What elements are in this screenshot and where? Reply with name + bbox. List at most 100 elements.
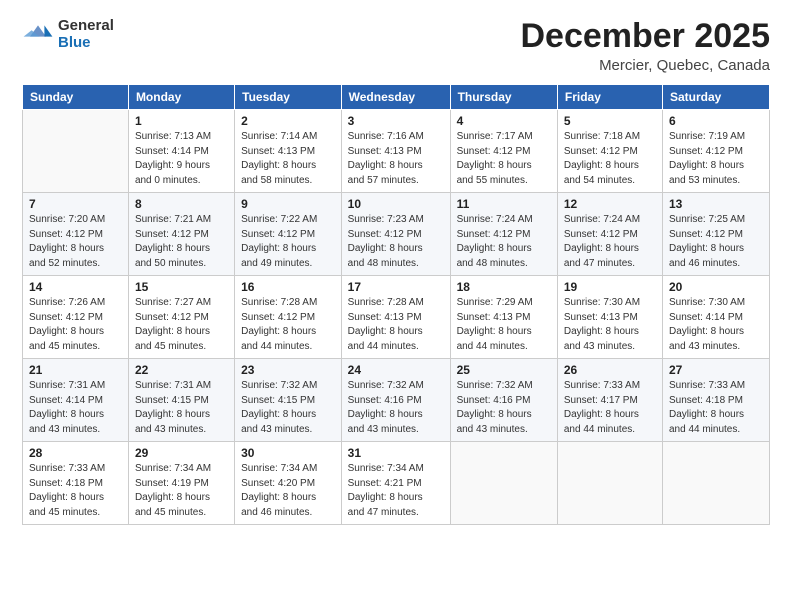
col-thursday: Thursday <box>450 85 557 110</box>
day-number: 10 <box>348 197 444 211</box>
calendar-cell: 1 Sunrise: 7:13 AMSunset: 4:14 PMDaylight… <box>128 110 234 193</box>
page: General Blue December 2025 Mercier, Queb… <box>0 0 792 612</box>
col-saturday: Saturday <box>662 85 769 110</box>
day-info: Sunrise: 7:34 AMSunset: 4:19 PMDaylight:… <box>135 462 228 520</box>
day-number: 23 <box>241 363 335 377</box>
col-sunday: Sunday <box>23 85 129 110</box>
calendar-cell: 22 Sunrise: 7:31 AMSunset: 4:15 PMDayligh… <box>128 359 234 442</box>
calendar-cell: 8Sunrise: 7:21 AMSunset: 4:12 PMDaylight… <box>128 193 234 276</box>
day-info: Sunrise: 7:13 AMSunset: 4:14 PMDaylight:… <box>135 130 228 188</box>
day-info: Sunrise: 7:18 AMSunset: 4:12 PMDaylight:… <box>564 130 656 188</box>
day-number: 9 <box>241 197 335 211</box>
day-number: 11 <box>457 197 551 211</box>
location-subtitle: Mercier, Quebec, Canada <box>520 57 770 74</box>
calendar-cell: 11Sunrise: 7:24 AMSunset: 4:12 PMDayligh… <box>450 193 557 276</box>
day-number: 28 <box>29 446 122 460</box>
day-info: Sunrise: 7:34 AMSunset: 4:20 PMDaylight:… <box>241 462 335 520</box>
col-friday: Friday <box>557 85 662 110</box>
calendar-cell <box>23 110 129 193</box>
calendar-cell: 27 Sunrise: 7:33 AMSunset: 4:18 PMDayligh… <box>662 359 769 442</box>
calendar-cell: 24Sunrise: 7:32 AMSunset: 4:16 PMDayligh… <box>341 359 450 442</box>
day-info: Sunrise: 7:24 AMSunset: 4:12 PMDaylight:… <box>564 213 656 271</box>
logo-text: General Blue <box>58 18 114 51</box>
day-number: 26 <box>564 363 656 377</box>
day-number: 13 <box>669 197 763 211</box>
calendar-cell: 18 Sunrise: 7:29 AMSunset: 4:13 PMDayligh… <box>450 276 557 359</box>
day-info: Sunrise: 7:22 AMSunset: 4:12 PMDaylight:… <box>241 213 335 271</box>
calendar-cell: 14 Sunrise: 7:26 AMSunset: 4:12 PMDayligh… <box>23 276 129 359</box>
col-wednesday: Wednesday <box>341 85 450 110</box>
day-number: 7 <box>29 197 122 211</box>
calendar-cell: 20 Sunrise: 7:30 AMSunset: 4:14 PMDayligh… <box>662 276 769 359</box>
col-tuesday: Tuesday <box>235 85 342 110</box>
calendar-week-row: 1 Sunrise: 7:13 AMSunset: 4:14 PMDaylight… <box>23 110 770 193</box>
day-info: Sunrise: 7:32 AMSunset: 4:16 PMDaylight:… <box>457 379 551 437</box>
day-info: Sunrise: 7:31 AMSunset: 4:14 PMDaylight:… <box>29 379 122 437</box>
month-title: December 2025 <box>520 18 770 55</box>
day-number: 4 <box>457 114 551 128</box>
logo-general-label: General <box>58 18 114 35</box>
calendar-cell: 28 Sunrise: 7:33 AMSunset: 4:18 PMDayligh… <box>23 442 129 525</box>
day-number: 30 <box>241 446 335 460</box>
day-number: 29 <box>135 446 228 460</box>
calendar-cell: 9 Sunrise: 7:22 AMSunset: 4:12 PMDaylight… <box>235 193 342 276</box>
title-block: December 2025 Mercier, Quebec, Canada <box>520 18 770 74</box>
day-number: 16 <box>241 280 335 294</box>
calendar-cell: 19Sunrise: 7:30 AMSunset: 4:13 PMDayligh… <box>557 276 662 359</box>
calendar-cell: 29 Sunrise: 7:34 AMSunset: 4:19 PMDayligh… <box>128 442 234 525</box>
day-number: 14 <box>29 280 122 294</box>
day-number: 6 <box>669 114 763 128</box>
day-number: 5 <box>564 114 656 128</box>
day-info: Sunrise: 7:14 AMSunset: 4:13 PMDaylight:… <box>241 130 335 188</box>
calendar-cell: 17 Sunrise: 7:28 AMSunset: 4:13 PMDayligh… <box>341 276 450 359</box>
calendar-week-row: 28 Sunrise: 7:33 AMSunset: 4:18 PMDayligh… <box>23 442 770 525</box>
day-number: 2 <box>241 114 335 128</box>
day-number: 8 <box>135 197 228 211</box>
calendar-cell: 15 Sunrise: 7:27 AMSunset: 4:12 PMDayligh… <box>128 276 234 359</box>
day-info: Sunrise: 7:27 AMSunset: 4:12 PMDaylight:… <box>135 296 228 354</box>
logo-icon <box>22 19 54 51</box>
day-info: Sunrise: 7:33 AMSunset: 4:18 PMDaylight:… <box>29 462 122 520</box>
logo-blue-label: Blue <box>58 35 114 52</box>
day-number: 21 <box>29 363 122 377</box>
calendar-cell: 21 Sunrise: 7:31 AMSunset: 4:14 PMDayligh… <box>23 359 129 442</box>
calendar-cell: 16 Sunrise: 7:28 AMSunset: 4:12 PMDayligh… <box>235 276 342 359</box>
day-number: 20 <box>669 280 763 294</box>
calendar-cell: 31 Sunrise: 7:34 AMSunset: 4:21 PMDayligh… <box>341 442 450 525</box>
day-number: 17 <box>348 280 444 294</box>
day-info: Sunrise: 7:17 AMSunset: 4:12 PMDaylight:… <box>457 130 551 188</box>
day-number: 3 <box>348 114 444 128</box>
day-info: Sunrise: 7:28 AMSunset: 4:12 PMDaylight:… <box>241 296 335 354</box>
calendar-cell <box>662 442 769 525</box>
day-number: 31 <box>348 446 444 460</box>
calendar-cell: 23 Sunrise: 7:32 AMSunset: 4:15 PMDayligh… <box>235 359 342 442</box>
day-info: Sunrise: 7:16 AMSunset: 4:13 PMDaylight:… <box>348 130 444 188</box>
day-info: Sunrise: 7:30 AMSunset: 4:14 PMDaylight:… <box>669 296 763 354</box>
day-info: Sunrise: 7:32 AMSunset: 4:15 PMDaylight:… <box>241 379 335 437</box>
calendar-week-row: 21 Sunrise: 7:31 AMSunset: 4:14 PMDayligh… <box>23 359 770 442</box>
day-number: 19 <box>564 280 656 294</box>
day-number: 15 <box>135 280 228 294</box>
day-number: 22 <box>135 363 228 377</box>
day-info: Sunrise: 7:26 AMSunset: 4:12 PMDaylight:… <box>29 296 122 354</box>
day-info: Sunrise: 7:34 AMSunset: 4:21 PMDaylight:… <box>348 462 444 520</box>
logo: General Blue <box>22 18 114 51</box>
calendar-cell: 12Sunrise: 7:24 AMSunset: 4:12 PMDayligh… <box>557 193 662 276</box>
calendar-cell: 5 Sunrise: 7:18 AMSunset: 4:12 PMDaylight… <box>557 110 662 193</box>
day-info: Sunrise: 7:31 AMSunset: 4:15 PMDaylight:… <box>135 379 228 437</box>
calendar-cell: 7Sunrise: 7:20 AMSunset: 4:12 PMDaylight… <box>23 193 129 276</box>
calendar-cell: 2 Sunrise: 7:14 AMSunset: 4:13 PMDaylight… <box>235 110 342 193</box>
day-info: Sunrise: 7:33 AMSunset: 4:18 PMDaylight:… <box>669 379 763 437</box>
calendar-table: Sunday Monday Tuesday Wednesday Thursday… <box>22 84 770 525</box>
day-number: 27 <box>669 363 763 377</box>
calendar-week-row: 14 Sunrise: 7:26 AMSunset: 4:12 PMDayligh… <box>23 276 770 359</box>
day-number: 1 <box>135 114 228 128</box>
day-info: Sunrise: 7:29 AMSunset: 4:13 PMDaylight:… <box>457 296 551 354</box>
calendar-cell: 10 Sunrise: 7:23 AMSunset: 4:12 PMDayligh… <box>341 193 450 276</box>
day-info: Sunrise: 7:28 AMSunset: 4:13 PMDaylight:… <box>348 296 444 354</box>
day-info: Sunrise: 7:23 AMSunset: 4:12 PMDaylight:… <box>348 213 444 271</box>
day-number: 25 <box>457 363 551 377</box>
day-number: 18 <box>457 280 551 294</box>
day-number: 24 <box>348 363 444 377</box>
day-info: Sunrise: 7:19 AMSunset: 4:12 PMDaylight:… <box>669 130 763 188</box>
